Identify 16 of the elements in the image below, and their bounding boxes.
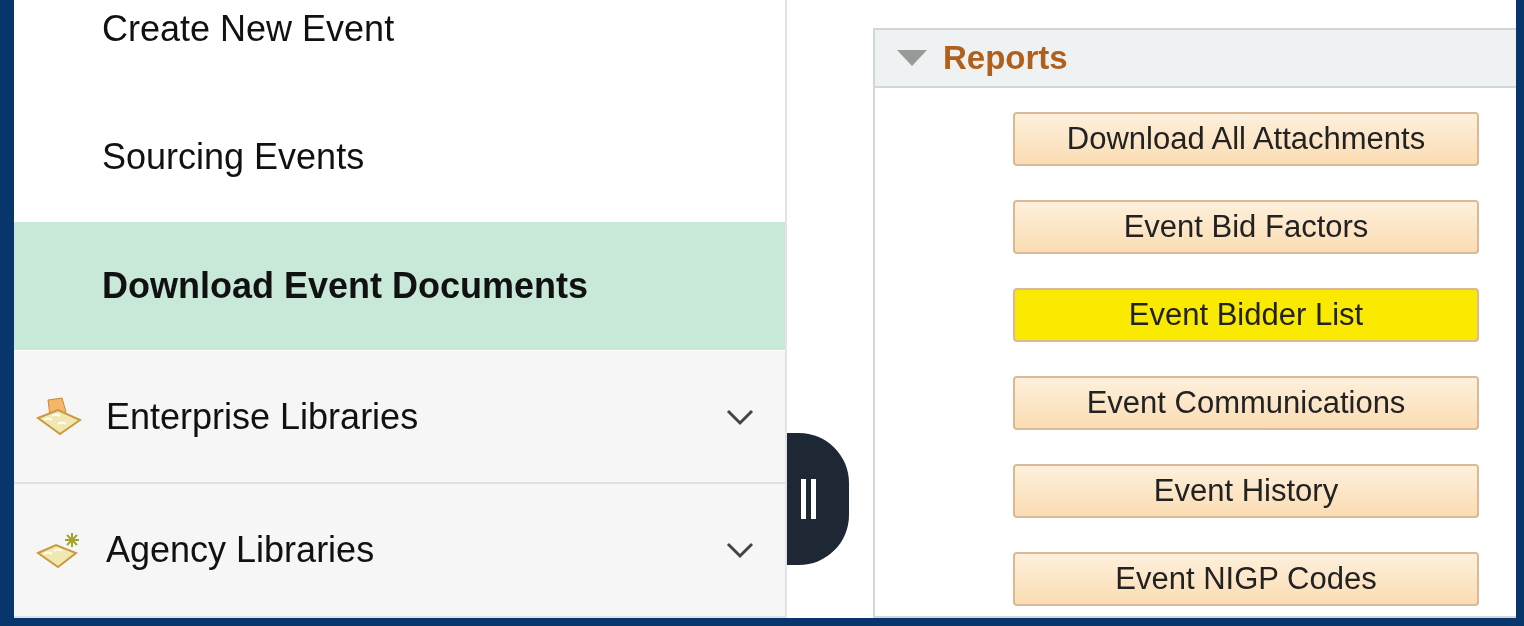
item-label: Enterprise Libraries: [106, 394, 420, 439]
panel-collapse-handle[interactable]: [787, 433, 849, 565]
chevron-icon[interactable]: [725, 407, 755, 426]
report-button[interactable]: Event Bidder List: [1013, 288, 1479, 342]
item-label: Agency Libraries: [106, 528, 376, 573]
section-title[interactable]: Reports: [943, 33, 1068, 83]
sidebar-item[interactable]: Enterprise Libraries: [14, 350, 785, 485]
report-button[interactable]: Event Communications: [1013, 376, 1479, 430]
chevron-icon[interactable]: [725, 541, 755, 560]
report-button[interactable]: Event Bid Factors: [1013, 200, 1479, 254]
report-button[interactable]: Event NIGP Codes: [1013, 552, 1479, 606]
sidebar-item[interactable]: Agency Libraries: [14, 484, 785, 618]
report-button[interactable]: Event History: [1013, 464, 1479, 518]
report-button[interactable]: Download All Attachments: [1013, 112, 1479, 166]
sidebar-item[interactable]: Download Event Documents: [14, 222, 785, 351]
sidebar-item[interactable]: Create New Event: [14, 0, 785, 94]
